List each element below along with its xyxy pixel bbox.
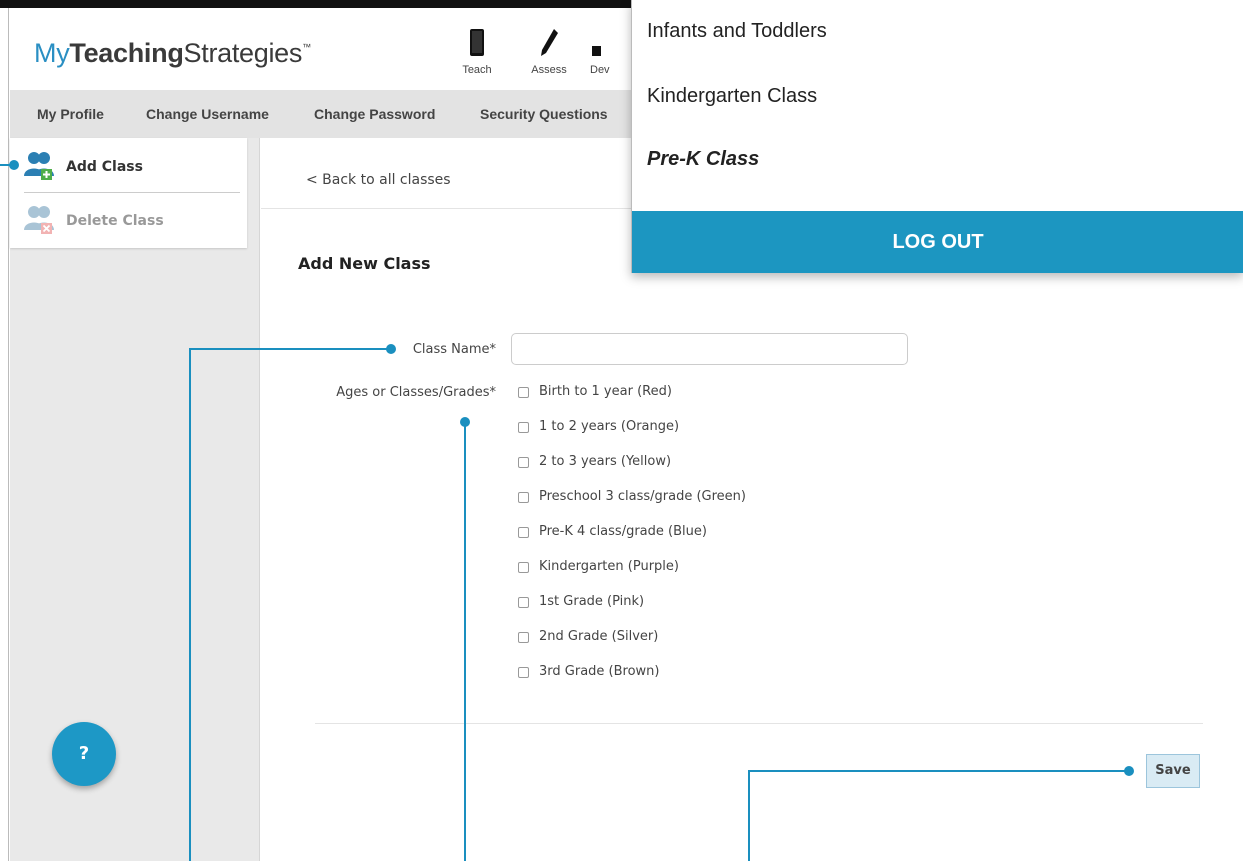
sidebar: Add Class Delete Class ? [10, 138, 260, 861]
age-option-label: 3rd Grade (Brown) [539, 664, 660, 679]
logo-my: My [34, 38, 70, 68]
age-checkbox[interactable] [518, 632, 529, 643]
logo-trademark: ™ [302, 42, 311, 52]
class-name-label: Class Name* [412, 342, 496, 357]
age-checkbox[interactable] [518, 457, 529, 468]
add-users-icon [24, 152, 54, 180]
age-option-label: 1st Grade (Pink) [539, 594, 645, 609]
dropdown-item-infants-toddlers[interactable]: Infants and Toddlers [647, 20, 827, 43]
age-checkbox[interactable] [518, 597, 529, 608]
pencil-icon [541, 29, 558, 56]
delete-class-label: Delete Class [66, 213, 164, 229]
dropdown-item-kindergarten-class[interactable]: Kindergarten Class [647, 85, 817, 108]
nav-assess-label: Assess [531, 64, 567, 76]
subnav-change-password[interactable]: Change Password [314, 106, 435, 122]
logo-strategies: Strategies [183, 38, 303, 68]
delete-users-icon [24, 206, 54, 234]
add-class-label: Add Class [66, 159, 143, 175]
logo[interactable]: MyTeachingStrategies™ [34, 38, 311, 69]
nav-assess[interactable]: Assess [519, 26, 579, 76]
subnav-change-username[interactable]: Change Username [146, 106, 269, 122]
back-to-classes-link[interactable]: < Back to all classes [306, 172, 451, 188]
age-checkbox[interactable] [518, 492, 529, 503]
form-divider [315, 723, 1203, 724]
age-option-label: Pre-K 4 class/grade (Blue) [539, 524, 707, 539]
nav-teach-label: Teach [462, 64, 492, 76]
nav-dev[interactable]: Dev [590, 26, 630, 76]
nav-teach[interactable]: Teach [447, 26, 507, 76]
save-button[interactable]: Save [1146, 754, 1200, 788]
book-icon [470, 29, 484, 56]
subnav-security-questions[interactable]: Security Questions [480, 106, 608, 122]
class-actions-menu: Add Class Delete Class [10, 138, 247, 248]
nav-dev-label: Dev [590, 64, 610, 76]
left-frame-edge [0, 8, 9, 861]
logo-teaching: Teaching [69, 38, 184, 68]
age-checkbox[interactable] [518, 422, 529, 433]
logout-button[interactable]: LOG OUT [632, 211, 1243, 273]
ages-label: Ages or Classes/Grades* [336, 385, 496, 400]
age-option-label: Preschool 3 class/grade (Green) [539, 489, 746, 504]
age-option-label: 2nd Grade (Silver) [539, 629, 659, 644]
age-checkbox[interactable] [518, 667, 529, 678]
add-class-item[interactable]: Add Class [24, 150, 240, 184]
class-name-input[interactable] [511, 333, 908, 365]
chart-icon [592, 46, 601, 56]
age-option-label: Birth to 1 year (Red) [539, 384, 672, 399]
form-title: Add New Class [298, 254, 431, 273]
subnav-my-profile[interactable]: My Profile [37, 106, 104, 122]
age-option-label: 2 to 3 years (Yellow) [539, 454, 672, 469]
delete-class-item[interactable]: Delete Class [24, 204, 240, 238]
age-checkbox[interactable] [518, 387, 529, 398]
menu-divider [24, 192, 240, 193]
age-option-label: 1 to 2 years (Orange) [539, 419, 680, 434]
age-option-label: Kindergarten (Purple) [539, 559, 679, 574]
age-checkbox[interactable] [518, 562, 529, 573]
dropdown-item-pre-k-class[interactable]: Pre-K Class [647, 148, 759, 171]
help-button[interactable]: ? [52, 722, 116, 786]
class-switcher-dropdown: Infants and Toddlers Kindergarten Class … [631, 0, 1243, 273]
age-checkbox[interactable] [518, 527, 529, 538]
